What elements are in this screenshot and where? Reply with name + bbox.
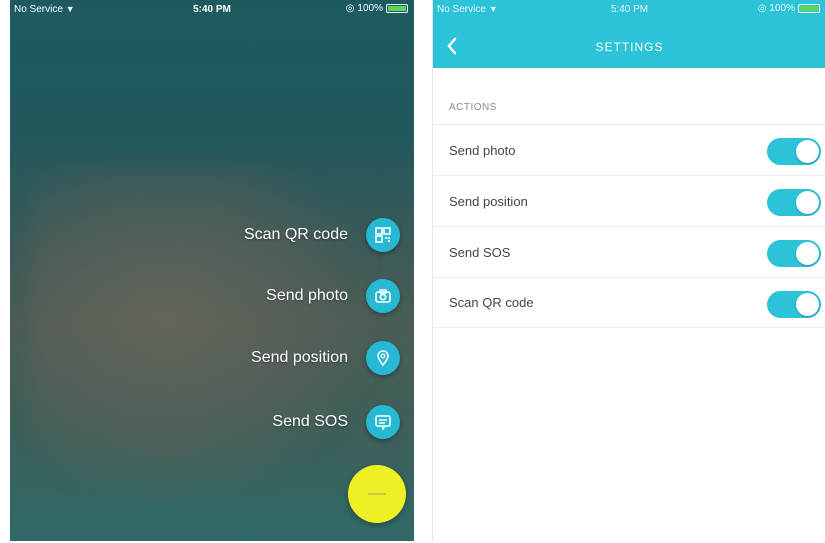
main-fab-button[interactable] (348, 465, 406, 523)
toggle-knob (796, 191, 819, 214)
toggle-knob (796, 140, 819, 163)
location-pin-icon[interactable] (366, 341, 400, 375)
toggle-knob (796, 242, 819, 265)
setting-send-position: Send position (433, 175, 825, 226)
send-position-toggle[interactable] (767, 189, 821, 216)
setting-send-photo: Send photo (433, 124, 825, 175)
camera-icon[interactable] (366, 279, 400, 313)
settings-screen: No Service ▼ 5:40 PM ◎ 100% SETTINGS ACT… (432, 0, 825, 541)
settings-list: Send photo Send position Send SOS Scan Q… (433, 124, 825, 328)
blur-overlay (30, 165, 370, 495)
send-sos-toggle[interactable] (767, 240, 821, 267)
battery-icon (798, 4, 820, 13)
section-header: ACTIONS (449, 102, 497, 113)
send-photo-toggle[interactable] (767, 138, 821, 165)
action-scan-qr[interactable]: Scan QR code (244, 218, 400, 252)
page-title: SETTINGS (595, 40, 664, 54)
qr-code-icon[interactable] (366, 218, 400, 252)
message-icon[interactable] (366, 405, 400, 439)
setting-scan-qr-code: Scan QR code (433, 277, 825, 328)
navigation-bar: No Service ▼ 5:40 PM ◎ 100% SETTINGS (433, 0, 825, 68)
battery-indicator: ◎ 100% (346, 3, 408, 14)
action-send-photo[interactable]: Send photo (266, 279, 400, 313)
setting-send-sos: Send SOS (433, 226, 825, 277)
action-label: Send SOS (272, 413, 348, 430)
setting-label: Send position (449, 193, 528, 209)
battery-percent: 100% (357, 3, 383, 14)
status-bar: No Service ▼ 5:40 PM ◎ 100% (10, 0, 414, 20)
toggle-knob (796, 293, 819, 316)
location-status-icon: ◎ (757, 3, 767, 14)
screenshot-canvas: No Service ▼ 5:40 PM ◎ 100% Scan QR code (0, 0, 825, 543)
battery-percent: 100% (769, 3, 795, 14)
setting-label: Send SOS (449, 244, 511, 260)
status-bar: No Service ▼ 5:40 PM ◎ 100% (433, 0, 825, 20)
setting-label: Send photo (449, 142, 516, 158)
battery-indicator: ◎ 100% (758, 3, 820, 14)
action-label: Scan QR code (243, 226, 348, 243)
action-menu-screen: No Service ▼ 5:40 PM ◎ 100% Scan QR code (10, 0, 414, 541)
scan-qr-code-toggle[interactable] (767, 291, 821, 318)
battery-icon (386, 4, 408, 13)
action-label: Send position (251, 349, 348, 366)
location-status-icon: ◎ (345, 3, 355, 14)
action-send-position[interactable]: Send position (251, 341, 400, 375)
setting-label: Scan QR code (449, 295, 534, 310)
action-send-sos[interactable]: Send SOS (272, 405, 400, 439)
action-label: Send photo (266, 287, 348, 304)
minus-icon (368, 493, 386, 495)
